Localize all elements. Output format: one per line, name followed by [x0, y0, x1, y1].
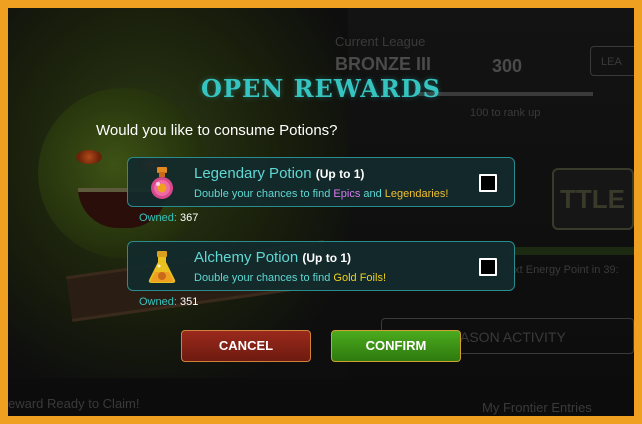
cancel-button[interactable]: CANCEL: [181, 330, 311, 362]
legendary-potion-row: Legendary Potion (Up to 1) Double your c…: [127, 157, 515, 207]
alchemy-potion-row: Alchemy Potion (Up to 1) Double your cha…: [127, 241, 515, 291]
legendary-desc-mid: and: [360, 188, 385, 200]
alchemy-potion-description: Double your chances to find Gold Foils!: [194, 272, 386, 284]
alchemy-potion-icon: [148, 251, 176, 283]
alchemy-potion-name: Alchemy Potion: [194, 249, 299, 266]
legendary-desc-legendaries: Legendaries!: [384, 188, 449, 200]
modal-title: OPEN REWARDS: [201, 74, 441, 103]
legendary-owned: Owned: 367: [139, 212, 198, 224]
legendary-desc-epics: Epics: [333, 188, 361, 200]
legendary-potion-name: Legendary Potion: [194, 165, 312, 182]
alchemy-potion-checkbox[interactable]: [479, 258, 497, 276]
confirm-button[interactable]: CONFIRM: [331, 330, 461, 362]
legendary-desc-prefix: Double your chances to find: [194, 188, 334, 200]
alchemy-potion-cap: (Up to 1): [302, 251, 352, 265]
legendary-potion-description: Double your chances to find Epics and Le…: [194, 188, 448, 200]
legendary-potion-cap: (Up to 1): [315, 167, 365, 181]
consume-question: Would you like to consume Potions?: [96, 122, 338, 139]
game-frame: Current League BRONZE III 300 LEA 100 to…: [0, 0, 642, 424]
legendary-owned-label: Owned:: [139, 212, 177, 224]
alchemy-owned: Owned: 351: [139, 296, 198, 308]
alchemy-desc-gold-foils: Gold Foils!: [333, 272, 386, 284]
alchemy-owned-label: Owned:: [139, 296, 177, 308]
open-rewards-modal: OPEN REWARDS Would you like to consume P…: [0, 0, 642, 424]
legendary-potion-checkbox[interactable]: [479, 174, 497, 192]
legendary-potion-title: Legendary Potion (Up to 1): [194, 165, 364, 182]
alchemy-desc-prefix: Double your chances to find: [194, 272, 334, 284]
legendary-potion-icon: [151, 167, 173, 199]
legendary-owned-value: 367: [179, 212, 199, 224]
alchemy-potion-title: Alchemy Potion (Up to 1): [194, 249, 351, 266]
alchemy-owned-value: 351: [179, 296, 199, 308]
